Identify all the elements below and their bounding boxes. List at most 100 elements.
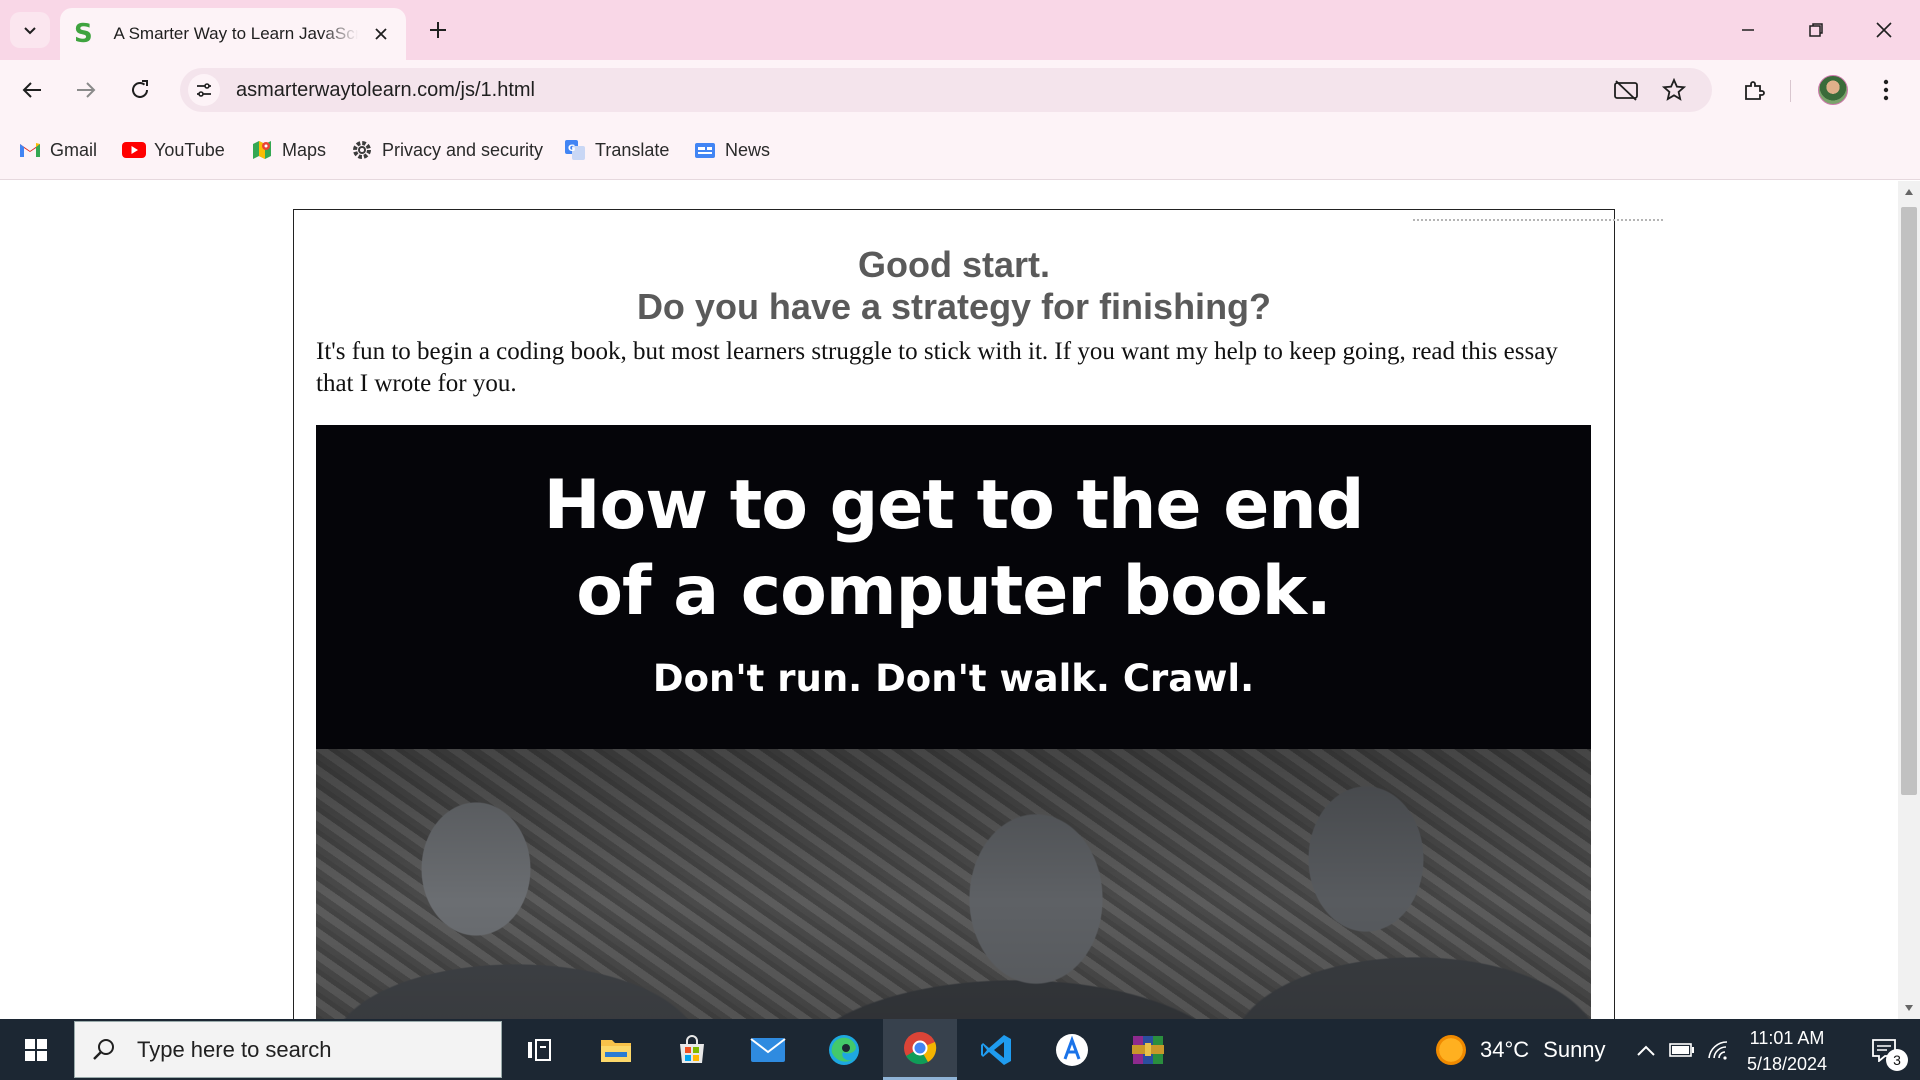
windows-taskbar: Type here to search 34°C Sunny 11:01 AM …	[0, 1019, 1920, 1080]
menu-button[interactable]	[1866, 70, 1906, 110]
extensions-button[interactable]	[1734, 70, 1774, 110]
edge-button[interactable]	[807, 1019, 881, 1080]
weather-temp: 34°C	[1480, 1036, 1530, 1062]
vscode-button[interactable]	[959, 1019, 1033, 1080]
tab-strip: S A Smarter Way to Learn JavaScript	[0, 0, 1920, 60]
scroll-down-arrow[interactable]	[1902, 1001, 1916, 1015]
search-icon	[89, 1037, 119, 1063]
bookmark-news[interactable]: News	[693, 136, 770, 164]
show-hidden-icons-button[interactable]	[1628, 1019, 1664, 1080]
tab-search-button[interactable]	[10, 12, 50, 48]
chrome-icon	[904, 1032, 937, 1065]
plus-icon	[430, 22, 446, 38]
vertical-scrollbar[interactable]	[1898, 181, 1920, 1019]
minimize-icon	[1742, 29, 1754, 31]
chevron-down-icon	[24, 27, 36, 35]
bookmark-label: Gmail	[50, 139, 98, 160]
profile-button[interactable]	[1813, 70, 1853, 110]
address-bar[interactable]: asmarterwaytolearn.com/js/1.html	[180, 68, 1712, 112]
bookmark-youtube[interactable]: YouTube	[122, 136, 225, 164]
svg-text:G: G	[568, 144, 575, 154]
notification-center-button[interactable]: 3	[1854, 1019, 1914, 1080]
bookmark-star-button[interactable]	[1658, 74, 1690, 106]
banner-title: How to get to the end of a computer book…	[316, 463, 1591, 635]
url-text[interactable]: asmarterwaytolearn.com/js/1.html	[236, 68, 535, 112]
sun-icon	[1436, 1034, 1466, 1065]
bookmark-label: Translate	[595, 139, 670, 160]
start-button[interactable]	[0, 1019, 72, 1080]
folder-icon	[601, 1039, 631, 1062]
kebab-menu-icon	[1883, 79, 1889, 101]
winrar-button[interactable]	[1111, 1019, 1185, 1080]
star-icon	[1662, 78, 1686, 101]
site-info-button[interactable]	[188, 74, 220, 106]
tab-close-button[interactable]	[370, 23, 392, 45]
winrar-icon	[1132, 1035, 1164, 1064]
system-clock[interactable]: 11:01 AM 5/18/2024	[1730, 1025, 1844, 1077]
a-app-icon	[1056, 1033, 1088, 1066]
translate-icon: G	[563, 138, 587, 162]
wifi-icon	[1708, 1040, 1728, 1060]
bookmark-maps[interactable]: Maps	[250, 136, 326, 164]
arrow-right-icon	[77, 82, 96, 98]
search-placeholder: Type here to search	[137, 1036, 332, 1062]
cast-blocked-button[interactable]	[1610, 74, 1642, 106]
bookmark-privacy[interactable]: Privacy and security	[350, 136, 543, 164]
taskbar-search-box[interactable]: Type here to search	[74, 1021, 502, 1078]
intro-paragraph: It's fun to begin a coding book, but mos…	[316, 338, 1558, 397]
scrollbar-thumb[interactable]	[1901, 207, 1917, 795]
app-a-button[interactable]	[1035, 1019, 1109, 1080]
bookmarks-bar: Gmail YouTube Maps Privacy and security …	[0, 120, 1920, 180]
windows-logo-icon	[25, 1038, 47, 1061]
chevron-up-icon	[1637, 1045, 1655, 1056]
task-view-button[interactable]	[503, 1019, 577, 1080]
tab-active[interactable]: S A Smarter Way to Learn JavaScript	[60, 8, 406, 60]
no-camera-icon	[1614, 80, 1638, 101]
arrow-left-icon	[22, 82, 41, 98]
clock-date: 5/18/2024	[1746, 1054, 1828, 1074]
triangle-down-icon	[1905, 1005, 1913, 1011]
forward-button[interactable]	[66, 70, 106, 110]
essay-banner-image[interactable]: How to get to the end of a computer book…	[316, 425, 1591, 1019]
file-explorer-button[interactable]	[579, 1019, 653, 1080]
page-viewport: Good start. Do you have a strategy for f…	[0, 181, 1898, 1019]
puzzle-icon	[1745, 81, 1765, 100]
weather-widget[interactable]: 34°C Sunny	[1436, 1019, 1606, 1080]
chrome-button[interactable]	[883, 1019, 957, 1080]
bookmark-translate[interactable]: G Translate	[563, 136, 669, 164]
vscode-icon	[981, 1034, 1011, 1065]
battery-button[interactable]	[1664, 1019, 1700, 1080]
bookmark-gmail[interactable]: Gmail	[18, 136, 97, 164]
close-icon	[1876, 22, 1892, 38]
gmail-icon	[18, 138, 42, 162]
youtube-icon	[122, 138, 146, 162]
heading-line-1: Good start.	[857, 244, 1050, 285]
reload-button[interactable]	[120, 70, 160, 110]
banner-title-line-2: of a computer book.	[576, 552, 1332, 631]
toolbar-divider	[1790, 80, 1791, 102]
minimize-button[interactable]	[1720, 8, 1776, 52]
restore-button[interactable]	[1788, 8, 1844, 52]
mail-icon	[750, 1037, 786, 1062]
avatar	[1818, 75, 1848, 105]
microsoft-store-button[interactable]	[655, 1019, 729, 1080]
close-icon	[375, 28, 387, 40]
maps-icon	[250, 138, 274, 162]
bookmark-label: YouTube	[154, 139, 225, 160]
reload-icon	[132, 80, 148, 98]
triangle-up-icon	[1905, 189, 1913, 195]
new-tab-button[interactable]	[422, 14, 454, 46]
scroll-up-arrow[interactable]	[1902, 185, 1916, 199]
weather-condition: Sunny	[1543, 1036, 1606, 1062]
mail-button[interactable]	[731, 1019, 805, 1080]
close-window-button[interactable]	[1856, 8, 1912, 52]
edge-icon	[829, 1034, 859, 1065]
heading-line-2: Do you have a strategy for finishing?	[636, 286, 1272, 327]
restore-icon	[1809, 23, 1823, 37]
task-view-icon	[528, 1038, 551, 1061]
dotted-divider	[1413, 219, 1663, 221]
browser-toolbar: asmarterwaytolearn.com/js/1.html	[0, 60, 1920, 120]
content-panel: Good start. Do you have a strategy for f…	[293, 209, 1615, 1019]
bookmark-label: Maps	[282, 139, 327, 160]
back-button[interactable]	[12, 70, 52, 110]
